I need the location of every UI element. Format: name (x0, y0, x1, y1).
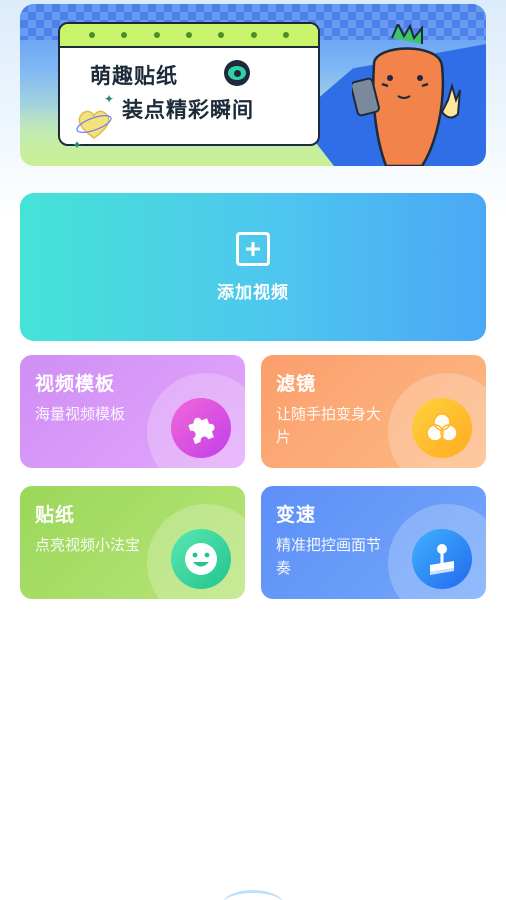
feature-desc: 点亮视频小法宝 (35, 536, 141, 554)
board-binding (60, 24, 318, 48)
feature-title: 滤镜 (276, 373, 317, 395)
smiley-icon (171, 529, 231, 589)
promo-banner[interactable]: 萌趣贴纸 装点精彩瞬间 ✦ ✦ (20, 4, 486, 166)
filter-circles-icon (412, 398, 472, 458)
feature-video-template[interactable]: 视频模板 海量视频模板 (20, 355, 245, 468)
eye-icon (224, 60, 250, 86)
sparkle-icon: ✦ (72, 138, 83, 152)
add-video-button[interactable]: 添加视频 (20, 193, 486, 341)
feature-desc: 让随手拍变身大片 (276, 405, 382, 446)
feature-title: 贴纸 (35, 504, 76, 526)
puzzle-icon (171, 398, 231, 458)
feature-sticker[interactable]: 贴纸 点亮视频小法宝 (20, 486, 245, 599)
sparkle-icon: ✦ (104, 92, 115, 106)
bottom-tab-hint (222, 890, 284, 900)
banner-title-line2: 装点精彩瞬间 (122, 98, 254, 122)
banner-title-line1: 萌趣贴纸 (90, 64, 178, 88)
feature-title: 视频模板 (35, 373, 116, 395)
feature-desc: 海量视频模板 (35, 405, 126, 423)
feature-speed[interactable]: 变速 精准把控画面节奏 (261, 486, 486, 599)
feature-filter[interactable]: 滤镜 让随手拍变身大片 (261, 355, 486, 468)
banner-board: 萌趣贴纸 装点精彩瞬间 (58, 22, 320, 146)
feature-title: 变速 (276, 504, 317, 526)
plus-icon (236, 231, 270, 266)
joystick-icon (412, 529, 472, 589)
add-video-label: 添加视频 (217, 282, 289, 303)
feature-desc: 精准把控画面节奏 (276, 536, 382, 577)
carrot-mascot-icon (352, 24, 461, 166)
